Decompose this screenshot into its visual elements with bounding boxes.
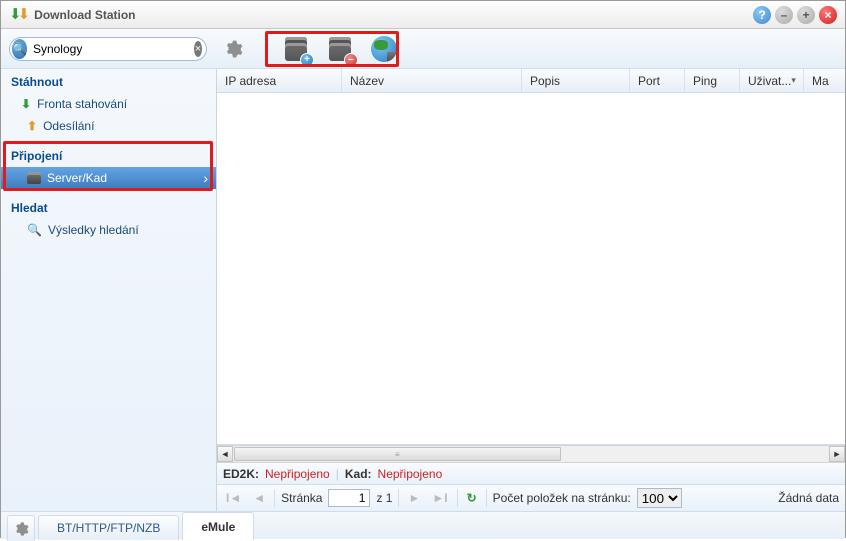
app-logo-icon: ⬇⬇ bbox=[9, 9, 30, 21]
scroll-right-button[interactable]: ► bbox=[829, 446, 845, 462]
sidebar-item-label: Odesílání bbox=[43, 119, 94, 133]
tab-bt-http-ftp-nzb[interactable]: BT/HTTP/FTP/NZB bbox=[38, 515, 179, 540]
separator: | bbox=[336, 467, 339, 481]
main-content: Stáhnout ⬇ Fronta stahování ⬆ Odesílání … bbox=[1, 69, 845, 511]
table-body bbox=[217, 93, 845, 445]
help-button[interactable]: ? bbox=[753, 6, 771, 24]
sidebar-item-server-kad[interactable]: Server/Kad bbox=[1, 167, 216, 189]
table-header-row: IP adresa Název Popis Port Ping Uživat..… bbox=[217, 69, 845, 93]
next-page-button[interactable]: ► bbox=[405, 491, 423, 505]
clear-search-icon[interactable]: × bbox=[194, 41, 202, 57]
sidebar-item-label: Fronta stahování bbox=[37, 97, 127, 111]
bottom-tab-bar: BT/HTTP/FTP/NZB eMule bbox=[1, 511, 845, 539]
settings-button[interactable] bbox=[219, 35, 247, 63]
col-ping[interactable]: Ping bbox=[685, 69, 740, 92]
sidebar-group-connection: Připojení bbox=[1, 143, 216, 167]
sidebar-group-search: Hledat bbox=[1, 195, 216, 219]
first-page-button[interactable]: I◄ bbox=[223, 491, 244, 505]
toolbar: 🔍 × + – bbox=[1, 29, 845, 69]
separator bbox=[486, 489, 487, 507]
tab-emule[interactable]: eMule bbox=[182, 512, 254, 540]
search-box[interactable]: 🔍 × bbox=[9, 37, 207, 61]
plus-badge-icon: + bbox=[300, 53, 314, 67]
upload-icon: ⬆ bbox=[27, 119, 37, 133]
col-desc[interactable]: Popis bbox=[522, 69, 630, 92]
add-server-button[interactable]: + bbox=[281, 34, 311, 64]
col-port[interactable]: Port bbox=[630, 69, 685, 92]
prev-page-button[interactable]: ◄ bbox=[250, 491, 268, 505]
separator bbox=[398, 489, 399, 507]
server-icon bbox=[27, 172, 41, 184]
gear-icon bbox=[13, 521, 29, 537]
gear-icon bbox=[223, 39, 243, 59]
col-user-label: Uživat... bbox=[748, 74, 791, 88]
ed2k-status: Nepřipojeno bbox=[265, 467, 330, 481]
remove-server-button[interactable]: – bbox=[325, 34, 355, 64]
scroll-thumb[interactable]: ≡ bbox=[234, 447, 561, 461]
sidebar-item-upload[interactable]: ⬆ Odesílání bbox=[1, 115, 216, 137]
pager-bar: I◄ ◄ Stránka z 1 ► ►I ↻ Počet položek na… bbox=[217, 485, 845, 511]
page-label: Stránka bbox=[281, 491, 322, 505]
connect-globe-button[interactable] bbox=[369, 34, 399, 64]
sidebar-item-search-results[interactable]: 🔍 Výsledky hledání bbox=[1, 219, 216, 241]
refresh-button[interactable]: ↻ bbox=[464, 491, 480, 505]
scroll-left-button[interactable]: ◄ bbox=[217, 446, 233, 462]
sidebar-item-label: Výsledky hledání bbox=[48, 223, 139, 237]
separator bbox=[457, 489, 458, 507]
page-of-text: z 1 bbox=[376, 491, 392, 505]
page-input[interactable] bbox=[328, 489, 370, 507]
magnifier-icon: 🔍 bbox=[27, 223, 42, 237]
per-page-select[interactable]: 100 bbox=[637, 488, 682, 508]
kad-status: Nepřipojeno bbox=[378, 467, 443, 481]
sidebar: Stáhnout ⬇ Fronta stahování ⬆ Odesílání … bbox=[1, 69, 217, 511]
search-icon: 🔍 bbox=[12, 39, 27, 59]
globe-icon bbox=[371, 36, 397, 62]
chevron-down-icon: ▾ bbox=[791, 75, 796, 86]
ed2k-label: ED2K: bbox=[223, 467, 259, 481]
maximize-button[interactable]: + bbox=[797, 6, 815, 24]
col-user[interactable]: Uživat... ▾ bbox=[740, 69, 804, 92]
toolbar-action-icons: + – bbox=[281, 34, 399, 64]
sidebar-group-download: Stáhnout bbox=[1, 69, 216, 93]
window-title: Download Station bbox=[34, 8, 135, 22]
sidebar-item-label: Server/Kad bbox=[47, 171, 107, 185]
kad-label: Kad: bbox=[345, 467, 372, 481]
window-titlebar: ⬇⬇ Download Station ? – + × bbox=[1, 1, 845, 29]
scroll-track[interactable]: ≡ bbox=[234, 447, 828, 461]
minimize-button[interactable]: – bbox=[775, 6, 793, 24]
no-data-text: Žádná data bbox=[778, 491, 839, 505]
download-icon: ⬇ bbox=[21, 97, 31, 111]
horizontal-scrollbar[interactable]: ◄ ≡ ► bbox=[217, 445, 845, 463]
last-page-button[interactable]: ►I bbox=[429, 491, 450, 505]
separator bbox=[274, 489, 275, 507]
minus-badge-icon: – bbox=[344, 53, 358, 67]
bottom-settings-button[interactable] bbox=[7, 515, 35, 541]
content-pane: IP adresa Název Popis Port Ping Uživat..… bbox=[217, 69, 845, 511]
col-name[interactable]: Název bbox=[342, 69, 522, 92]
search-input[interactable] bbox=[27, 42, 194, 56]
col-ip[interactable]: IP adresa bbox=[217, 69, 342, 92]
per-page-label: Počet položek na stránku: bbox=[493, 491, 631, 505]
sidebar-item-download-queue[interactable]: ⬇ Fronta stahování bbox=[1, 93, 216, 115]
connection-status-bar: ED2K: Nepřipojeno | Kad: Nepřipojeno bbox=[217, 463, 845, 485]
col-ma[interactable]: Ma bbox=[804, 69, 845, 92]
close-button[interactable]: × bbox=[819, 6, 837, 24]
